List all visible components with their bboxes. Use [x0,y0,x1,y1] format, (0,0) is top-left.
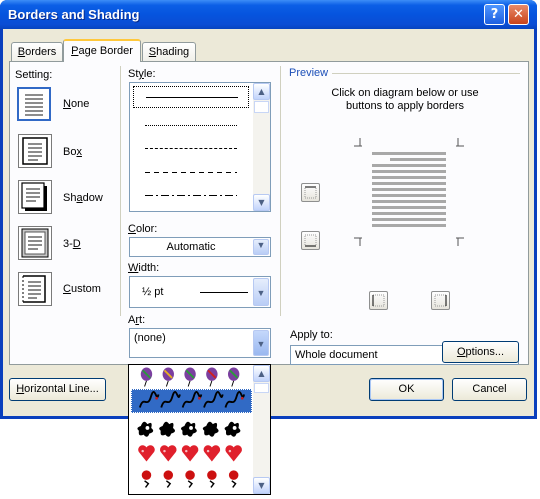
page-shadow-icon [21,182,47,211]
setting-shadow-icon[interactable] [18,180,52,214]
style-dash-dot[interactable] [145,195,237,196]
tab-page-border[interactable]: Page Border [63,39,141,62]
preview-instructions: Click on diagram below or use buttons to… [331,87,479,112]
tab-borders[interactable]: Borders [11,42,63,62]
scroll-thumb[interactable] [254,383,269,393]
style-scrollbar[interactable]: ▲ ▼ [253,83,270,211]
heart-art-icon [138,445,242,462]
setting-custom-icon[interactable] [18,272,52,306]
scroll-down-icon[interactable]: ▼ [253,194,270,211]
art-option-hearts[interactable] [131,441,252,465]
art-value: (none) [134,332,166,344]
chevron-down-icon[interactable]: ▼ [253,239,269,255]
page-3d-icon [21,228,49,258]
apply-to-label: Apply to: [290,329,333,341]
art-list-scrollbar[interactable]: ▲ ▼ [253,365,270,494]
tab-label: age Border [78,45,133,57]
setting-custom-label[interactable]: Custom [63,283,101,295]
balloon-art-icon [140,367,240,387]
color-label: Color: [128,223,158,235]
ok-button[interactable]: OK [369,378,444,401]
page-box-icon [22,137,48,165]
page-none-icon [25,94,43,116]
art-option-scribbles[interactable] [131,389,252,413]
scroll-up-icon[interactable]: ▲ [253,83,270,100]
tab-label: orders [25,46,57,58]
art-dropdown-list[interactable]: ▲ ▼ [128,364,271,495]
right-border-button[interactable] [431,291,450,310]
style-label: Style: [128,68,156,80]
dialog-client-area: Borders Page Border Shading Setting: Non… [3,29,534,416]
style-selected-item[interactable] [133,86,249,108]
apply-to-value: Whole document [295,349,378,361]
width-line-sample [200,292,248,293]
tab-hotkey: B [17,46,26,58]
tab-label: hading [156,46,190,58]
width-value: ½ pt [142,286,164,298]
cancel-button[interactable]: Cancel [452,378,527,401]
close-button[interactable]: ✕ [508,4,529,25]
style-dotted[interactable] [145,125,237,126]
preview-diagram[interactable] [354,138,464,248]
page-custom-icon [22,275,46,303]
left-border-icon [372,294,385,307]
scroll-down-icon[interactable]: ▼ [253,477,270,494]
setting-none-icon[interactable] [17,87,51,121]
bottom-border-icon [304,234,317,247]
style-dashed-small[interactable] [145,148,237,149]
options-button[interactable]: Options... [442,341,519,363]
setting-shadow-label[interactable]: Shadow [63,192,103,204]
art-option-balloons[interactable] [131,365,252,389]
scroll-thumb[interactable] [254,101,269,113]
top-border-icon [304,186,317,199]
column-divider [120,66,121,316]
horizontal-line-button[interactable]: Horizontal Line... [9,378,106,401]
bottom-border-button[interactable] [301,231,320,250]
scroll-up-icon[interactable]: ▲ [253,365,270,382]
setting-box-label[interactable]: Box [63,146,82,158]
borders-and-shading-dialog: Borders and Shading ? ✕ Borders Page Bor… [0,0,537,419]
splat-art-icon [137,421,241,437]
preview-divider [280,66,281,316]
chevron-down-icon[interactable]: ▼ [253,278,269,306]
setting-none-label[interactable]: None [63,98,89,110]
top-border-button[interactable] [301,183,320,202]
style-dashed-large[interactable] [145,172,237,173]
left-border-button[interactable] [369,291,388,310]
setting-box-icon[interactable] [18,134,52,168]
apple-art-icon [141,470,239,488]
preview-rule [332,73,520,74]
tab-shading[interactable]: Shading [142,42,196,62]
color-value: Automatic [166,241,216,253]
art-label: Art: [128,314,146,326]
page-border-panel: Setting: None Box Shadow 3-D Custom Styl… [9,61,529,365]
window-title: Borders and Shading [8,7,140,22]
page-preview-icon [354,138,464,246]
setting-label: Setting: [15,69,53,81]
art-option-apples[interactable] [131,466,252,490]
setting-3d-icon[interactable] [18,226,52,260]
setting-3d-label[interactable]: 3-D [63,238,81,250]
preview-label: Preview [289,67,329,79]
chevron-down-icon[interactable]: ▼ [253,330,269,356]
art-option-splats[interactable] [131,415,252,439]
art-dropdown[interactable]: (none) ▼ [129,328,271,358]
style-listbox[interactable]: ▲ ▼ [129,82,271,212]
scribble-art-icon [138,390,245,408]
help-button[interactable]: ? [484,4,505,25]
title-bar[interactable]: Borders and Shading ? ✕ [0,0,537,29]
right-border-icon [434,294,447,307]
width-dropdown[interactable]: ½ pt ▼ [129,276,271,308]
width-label: Width: [128,262,160,274]
color-dropdown[interactable]: Automatic ▼ [129,237,271,257]
